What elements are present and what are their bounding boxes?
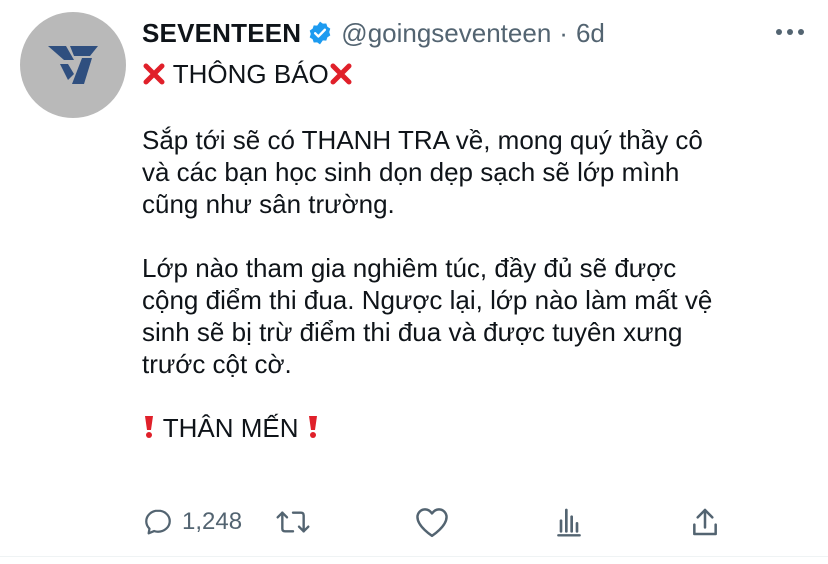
tweet-text: THÔNG BÁO Sắp tới sẽ có THANH TRA về, mo… (142, 58, 802, 444)
tweet-actions: 1,248 (142, 500, 742, 544)
divider (0, 556, 828, 557)
heart-icon (416, 508, 448, 538)
seventeen-logo-icon (48, 46, 98, 84)
paragraph-2-line: Lớp nào tham gia nghiêm túc, đầy đủ sẽ đ… (142, 253, 677, 283)
cross-mark-icon (329, 61, 353, 93)
exclamation-icon (306, 414, 320, 447)
analytics-icon (557, 508, 581, 537)
like-button[interactable] (414, 500, 450, 544)
retweet-button[interactable] (274, 500, 312, 544)
reply-button[interactable]: 1,248 (142, 500, 242, 544)
exclamation-icon (142, 414, 156, 447)
tweet-heading-line: THÔNG BÁO (142, 58, 802, 90)
paragraph-2-line: trước cột cờ. (142, 349, 292, 379)
verified-badge-icon (307, 20, 333, 46)
retweet-icon (276, 511, 310, 533)
timestamp[interactable]: 6d (576, 18, 605, 49)
share-button[interactable] (690, 500, 720, 544)
paragraph-2-line: sinh sẽ bị trừ điểm thi đua và được tuyê… (142, 317, 683, 347)
heading-text: THÔNG BÁO (166, 59, 329, 89)
closing-line: THÂN MẾN (142, 412, 802, 444)
handle[interactable]: @goingseventeen (341, 18, 551, 49)
paragraph-1-line: và các bạn học sinh dọn dẹp sạch sẽ lớp … (142, 157, 680, 187)
tweet[interactable]: SEVENTEEN @goingseventeen · 6d THÔNG BÁO (0, 0, 828, 564)
paragraph-1-line: Sắp tới sẽ có THANH TRA về, mong quý thầ… (142, 125, 703, 155)
more-icon[interactable] (770, 18, 810, 46)
reply-count: 1,248 (182, 508, 243, 535)
paragraph-1-line: cũng như sân trường. (142, 189, 395, 219)
analytics-button[interactable] (554, 500, 584, 544)
reply-icon (145, 509, 171, 535)
paragraph-2-line: cộng điểm thi đua. Ngược lại, lớp nào là… (142, 285, 713, 315)
cross-mark-icon (142, 61, 166, 93)
display-name[interactable]: SEVENTEEN (142, 18, 301, 49)
closing-text: THÂN MẾN (156, 413, 306, 443)
avatar[interactable] (20, 12, 126, 118)
share-icon (693, 508, 717, 536)
tweet-header: SEVENTEEN @goingseventeen · 6d (142, 16, 605, 50)
separator-dot: · (559, 17, 568, 48)
